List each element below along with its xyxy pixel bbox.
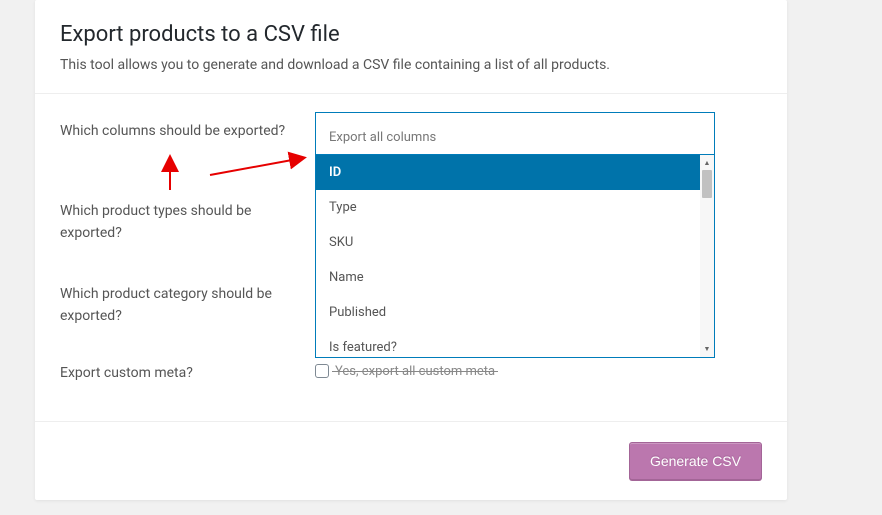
page-title: Export products to a CSV file (60, 22, 762, 47)
meta-checkbox[interactable] (315, 364, 329, 378)
generate-csv-button[interactable]: Generate CSV (629, 442, 762, 480)
form-area: Which columns should be exported? Export… (35, 94, 787, 384)
dropdown-option-name[interactable]: Name (316, 260, 700, 295)
dropdown-option-id[interactable]: ID (316, 155, 700, 190)
meta-checkbox-label: Yes, export all custom meta (335, 364, 495, 379)
label-types: Which product types should be exported? (60, 192, 315, 245)
dropdown-option-sku[interactable]: SKU (316, 225, 700, 260)
dropdown-option-featured[interactable]: Is featured? (316, 330, 700, 357)
columns-placeholder: Export all columns (329, 130, 436, 145)
scroll-down-icon[interactable]: ▼ (701, 342, 713, 356)
label-category: Which product category should be exporte… (60, 275, 315, 328)
label-meta: Export custom meta? (60, 358, 315, 384)
page-description: This tool allows you to generate and dow… (60, 57, 762, 73)
row-meta: Export custom meta? Yes, export all cust… (60, 358, 762, 384)
columns-dropdown-list: ID Type SKU Name Published Is featured? (316, 155, 700, 357)
label-columns: Which columns should be exported? (60, 112, 315, 142)
export-panel: Export products to a CSV file This tool … (35, 0, 787, 500)
dropdown-scrollbar[interactable]: ▲ ▼ (700, 155, 714, 357)
scroll-thumb[interactable] (702, 170, 712, 198)
dropdown-option-type[interactable]: Type (316, 190, 700, 225)
panel-footer: Generate CSV (35, 421, 787, 500)
columns-dropdown[interactable]: ID Type SKU Name Published Is featured? … (315, 154, 715, 358)
scroll-up-icon[interactable]: ▲ (701, 156, 713, 170)
scroll-track[interactable] (701, 170, 713, 342)
dropdown-option-published[interactable]: Published (316, 295, 700, 330)
panel-header: Export products to a CSV file This tool … (35, 0, 787, 93)
meta-checkbox-row[interactable]: Yes, export all custom meta (315, 358, 762, 379)
